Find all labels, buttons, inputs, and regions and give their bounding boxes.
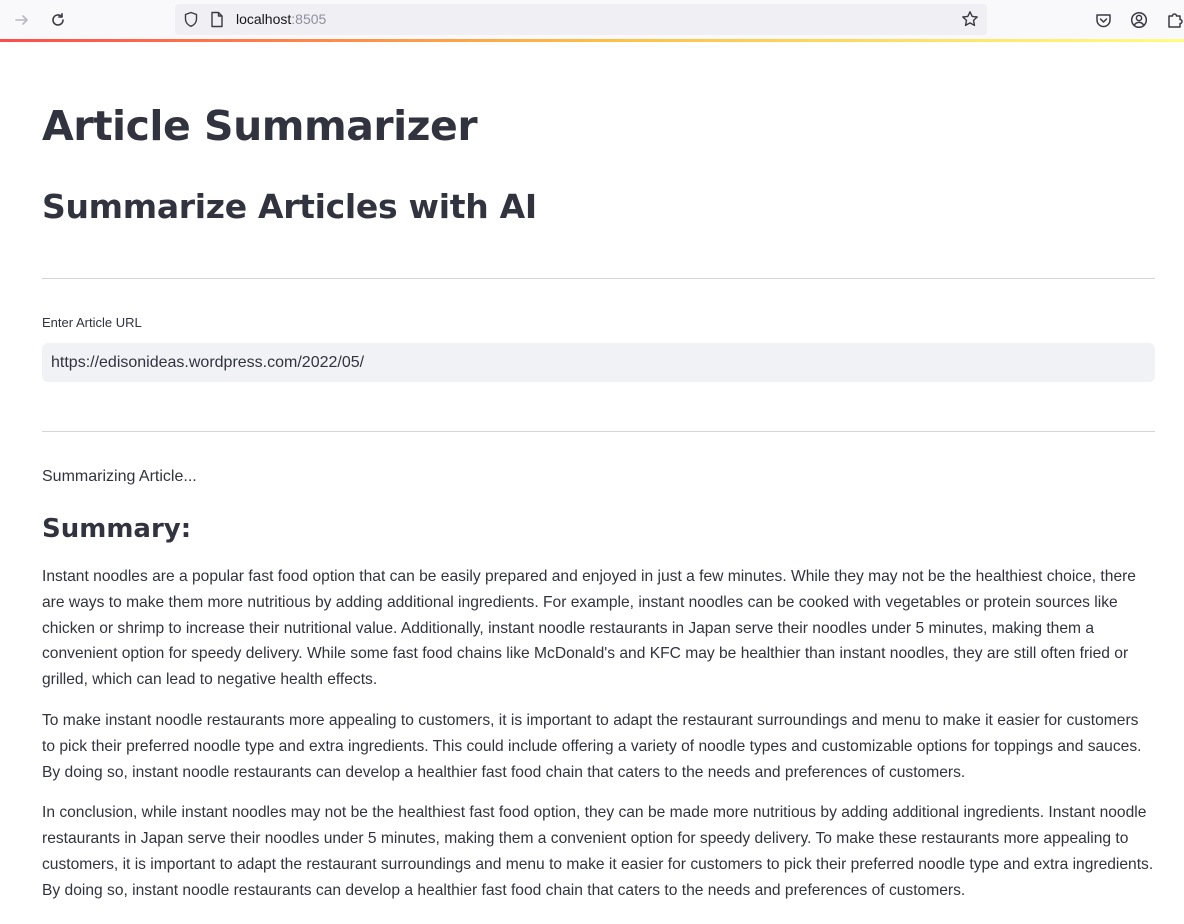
- reload-icon[interactable]: [46, 8, 70, 32]
- article-url-input[interactable]: [42, 343, 1155, 382]
- divider: [42, 431, 1155, 432]
- app-header-accent-bar: [0, 39, 1184, 42]
- star-icon[interactable]: [961, 10, 979, 32]
- address-bar[interactable]: localhost:8505: [175, 4, 987, 35]
- summary-paragraph: In conclusion, while instant noodles may…: [42, 804, 1154, 899]
- page-subtitle: Summarize Articles with AI: [42, 187, 537, 226]
- divider: [42, 278, 1155, 279]
- status-text: Summarizing Article...: [42, 468, 197, 485]
- address-url[interactable]: localhost:8505: [236, 11, 326, 27]
- summary-paragraph: To make instant noodle restaurants more …: [42, 711, 1142, 781]
- url-host: localhost: [236, 11, 292, 27]
- extensions-icon[interactable]: [1164, 9, 1184, 31]
- summary-heading: Summary:: [42, 514, 192, 544]
- pocket-icon[interactable]: [1092, 9, 1114, 31]
- summary-text: Instant noodles are a popular fast food …: [42, 564, 1155, 919]
- browser-toolbar: localhost:8505: [0, 0, 1184, 39]
- summary-paragraph: Instant noodles are a popular fast food …: [42, 568, 1136, 689]
- url-input-label: Enter Article URL: [42, 315, 142, 330]
- shield-icon[interactable]: [183, 11, 199, 32]
- account-icon[interactable]: [1128, 9, 1150, 31]
- page-title: Article Summarizer: [42, 102, 478, 150]
- page-icon: [210, 11, 224, 32]
- forward-arrow-icon[interactable]: [10, 8, 34, 32]
- url-port: :8505: [291, 11, 327, 27]
